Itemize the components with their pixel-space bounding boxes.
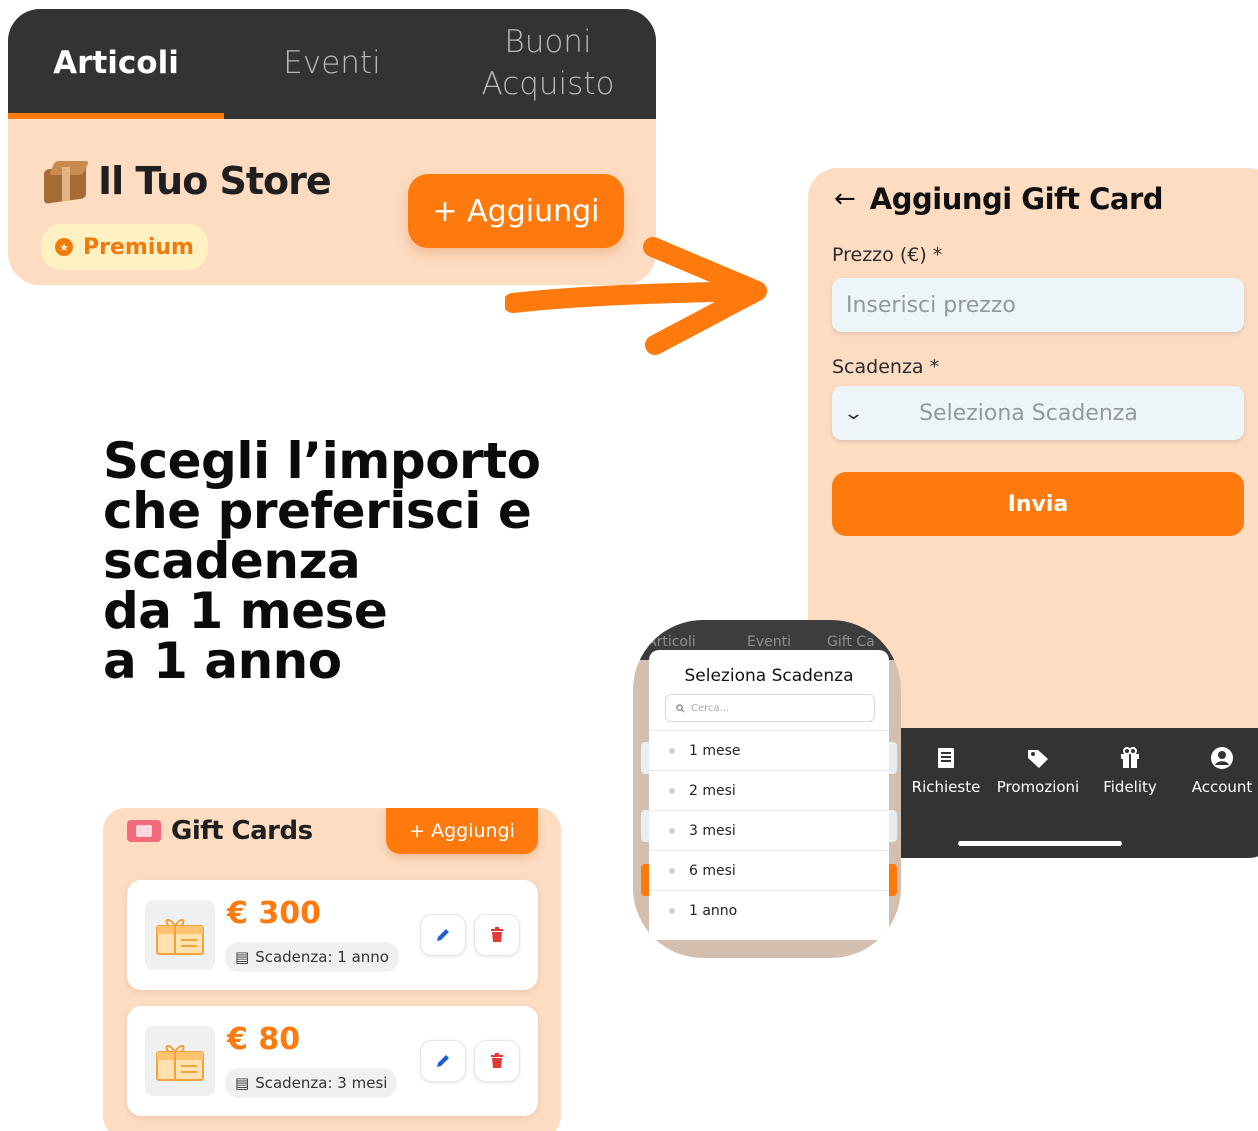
ticket-icon [127,820,161,842]
expiry-text: Scadenza: 1 anno [255,948,389,966]
headline-line: scadenza [103,532,361,590]
option-1-anno[interactable]: 1 anno [649,890,889,930]
tab-articoli[interactable]: Articoli [8,9,224,119]
search-icon [676,703,685,712]
calendar-icon: ▤ [235,1074,250,1092]
calendar-icon: ▤ [235,948,250,966]
gift-cards-title: Gift Cards [171,816,313,846]
gift-cards-panel: Gift Cards + Aggiungi € 300 ▤ Scadenza: … [103,808,561,1131]
expiry-label: Scadenza * [832,356,940,378]
store-title-row: Il Tuo Store [42,159,332,204]
radio-dot-icon [669,867,675,874]
edit-button[interactable] [420,914,466,956]
gift-card-thumbnail [145,1026,215,1096]
option-label: 6 mesi [689,862,736,879]
expiry-select-modal-screen: Articoli Eventi Gift Ca Seleziona Scaden… [633,620,901,958]
top-tab-bar: Articoli Eventi Buoni Acquisto [8,9,656,119]
modal-title: Seleziona Scadenza [684,666,854,686]
tab-buoni-acquisto[interactable]: Buoni Acquisto [440,9,656,119]
nav-item-account[interactable]: Account [1176,746,1258,796]
gift-cards-header: Gift Cards [127,816,313,846]
option-3-mesi[interactable]: 3 mesi [649,810,889,850]
gift-card-expiry: ▤ Scadenza: 3 mesi [225,1068,398,1098]
tag-icon [1028,750,1048,768]
chevron-down-icon: ⌄ [842,402,865,424]
search-placeholder: Cerca... [691,702,730,714]
radio-dot-icon [669,827,675,834]
gift-card-price: € 80 [227,1022,301,1057]
option-label: 1 anno [689,902,738,919]
radio-dot-icon [669,907,675,914]
nav-label: Fidelity [1103,778,1157,796]
headline-line: a 1 anno [103,632,342,690]
gift-card-icon [156,919,204,955]
form-title: Aggiungi Gift Card [869,182,1164,216]
tab-eventi[interactable]: Eventi [224,9,440,119]
headline-line: che preferisci e [103,482,532,540]
expiry-text: Scadenza: 3 mesi [255,1074,388,1092]
premium-badge: ★ Premium [41,224,208,270]
add-gift-card-button[interactable]: + Aggiungi [386,808,538,854]
gift-card-icon [156,1045,204,1081]
option-label: 1 mese [689,742,741,759]
gift-card-item[interactable]: € 80 ▤ Scadenza: 3 mesi [127,1006,538,1116]
package-icon [42,159,90,204]
store-title: Il Tuo Store [98,159,332,203]
gift-card-price: € 300 [227,896,321,931]
bg-tab-eventi: Eventi [747,634,791,650]
headline-line: Scegli l’importo [103,432,541,490]
form-header: ← Aggiungi Gift Card [834,182,1164,216]
expiry-placeholder: Seleziona Scadenza [919,400,1138,426]
star-icon: ★ [55,238,73,256]
nav-label: Richieste [911,778,981,796]
bg-tab-articoli: Articoli [647,634,696,650]
radio-dot-icon [669,747,675,754]
home-indicator [958,841,1122,846]
option-label: 2 mesi [689,782,736,799]
gift-icon [1121,747,1139,768]
account-icon [1211,747,1233,769]
trash-icon [491,1053,503,1068]
premium-label: Premium [83,234,194,260]
nav-label: Promozioni [996,778,1080,796]
trash-icon [491,927,503,942]
nav-item-richieste[interactable]: Richieste [900,746,992,796]
delete-button[interactable] [474,1040,520,1082]
option-label: 3 mesi [689,822,736,839]
orange-arrow-icon [505,237,767,355]
option-2-mesi[interactable]: 2 mesi [649,770,889,810]
edit-button[interactable] [420,1040,466,1082]
gift-card-expiry: ▤ Scadenza: 1 anno [225,942,399,972]
active-tab-indicator [8,113,224,119]
radio-dot-icon [669,787,675,794]
pencil-icon [437,929,449,941]
back-arrow-icon[interactable]: ← [834,184,856,214]
option-6-mesi[interactable]: 6 mesi [649,850,889,890]
select-modal: Seleziona Scadenza Cerca... 1 mese 2 mes… [649,650,889,940]
receipt-icon [938,748,954,768]
headline-text: Scegli l’importo che preferisci e scaden… [103,436,563,686]
bg-tab-gift-cards: Gift Ca [827,634,875,650]
gift-card-item[interactable]: € 300 ▤ Scadenza: 1 anno [127,880,538,990]
expiry-select[interactable]: ⌄ Seleziona Scadenza [832,386,1244,440]
search-input[interactable]: Cerca... [665,694,875,722]
headline-line: da 1 mese [103,582,388,640]
price-label: Prezzo (€) * [832,244,943,266]
nav-label: Account [1191,778,1253,796]
nav-item-fidelity[interactable]: Fidelity [1084,746,1176,796]
pencil-icon [437,1055,449,1067]
delete-button[interactable] [474,914,520,956]
nav-item-promozioni[interactable]: Promozioni [992,746,1084,796]
option-1-mese[interactable]: 1 mese [649,730,889,770]
gift-card-thumbnail [145,900,215,970]
submit-button[interactable]: Invia [832,472,1244,536]
price-input[interactable]: Inserisci prezzo [832,278,1244,332]
price-placeholder: Inserisci prezzo [846,292,1016,318]
